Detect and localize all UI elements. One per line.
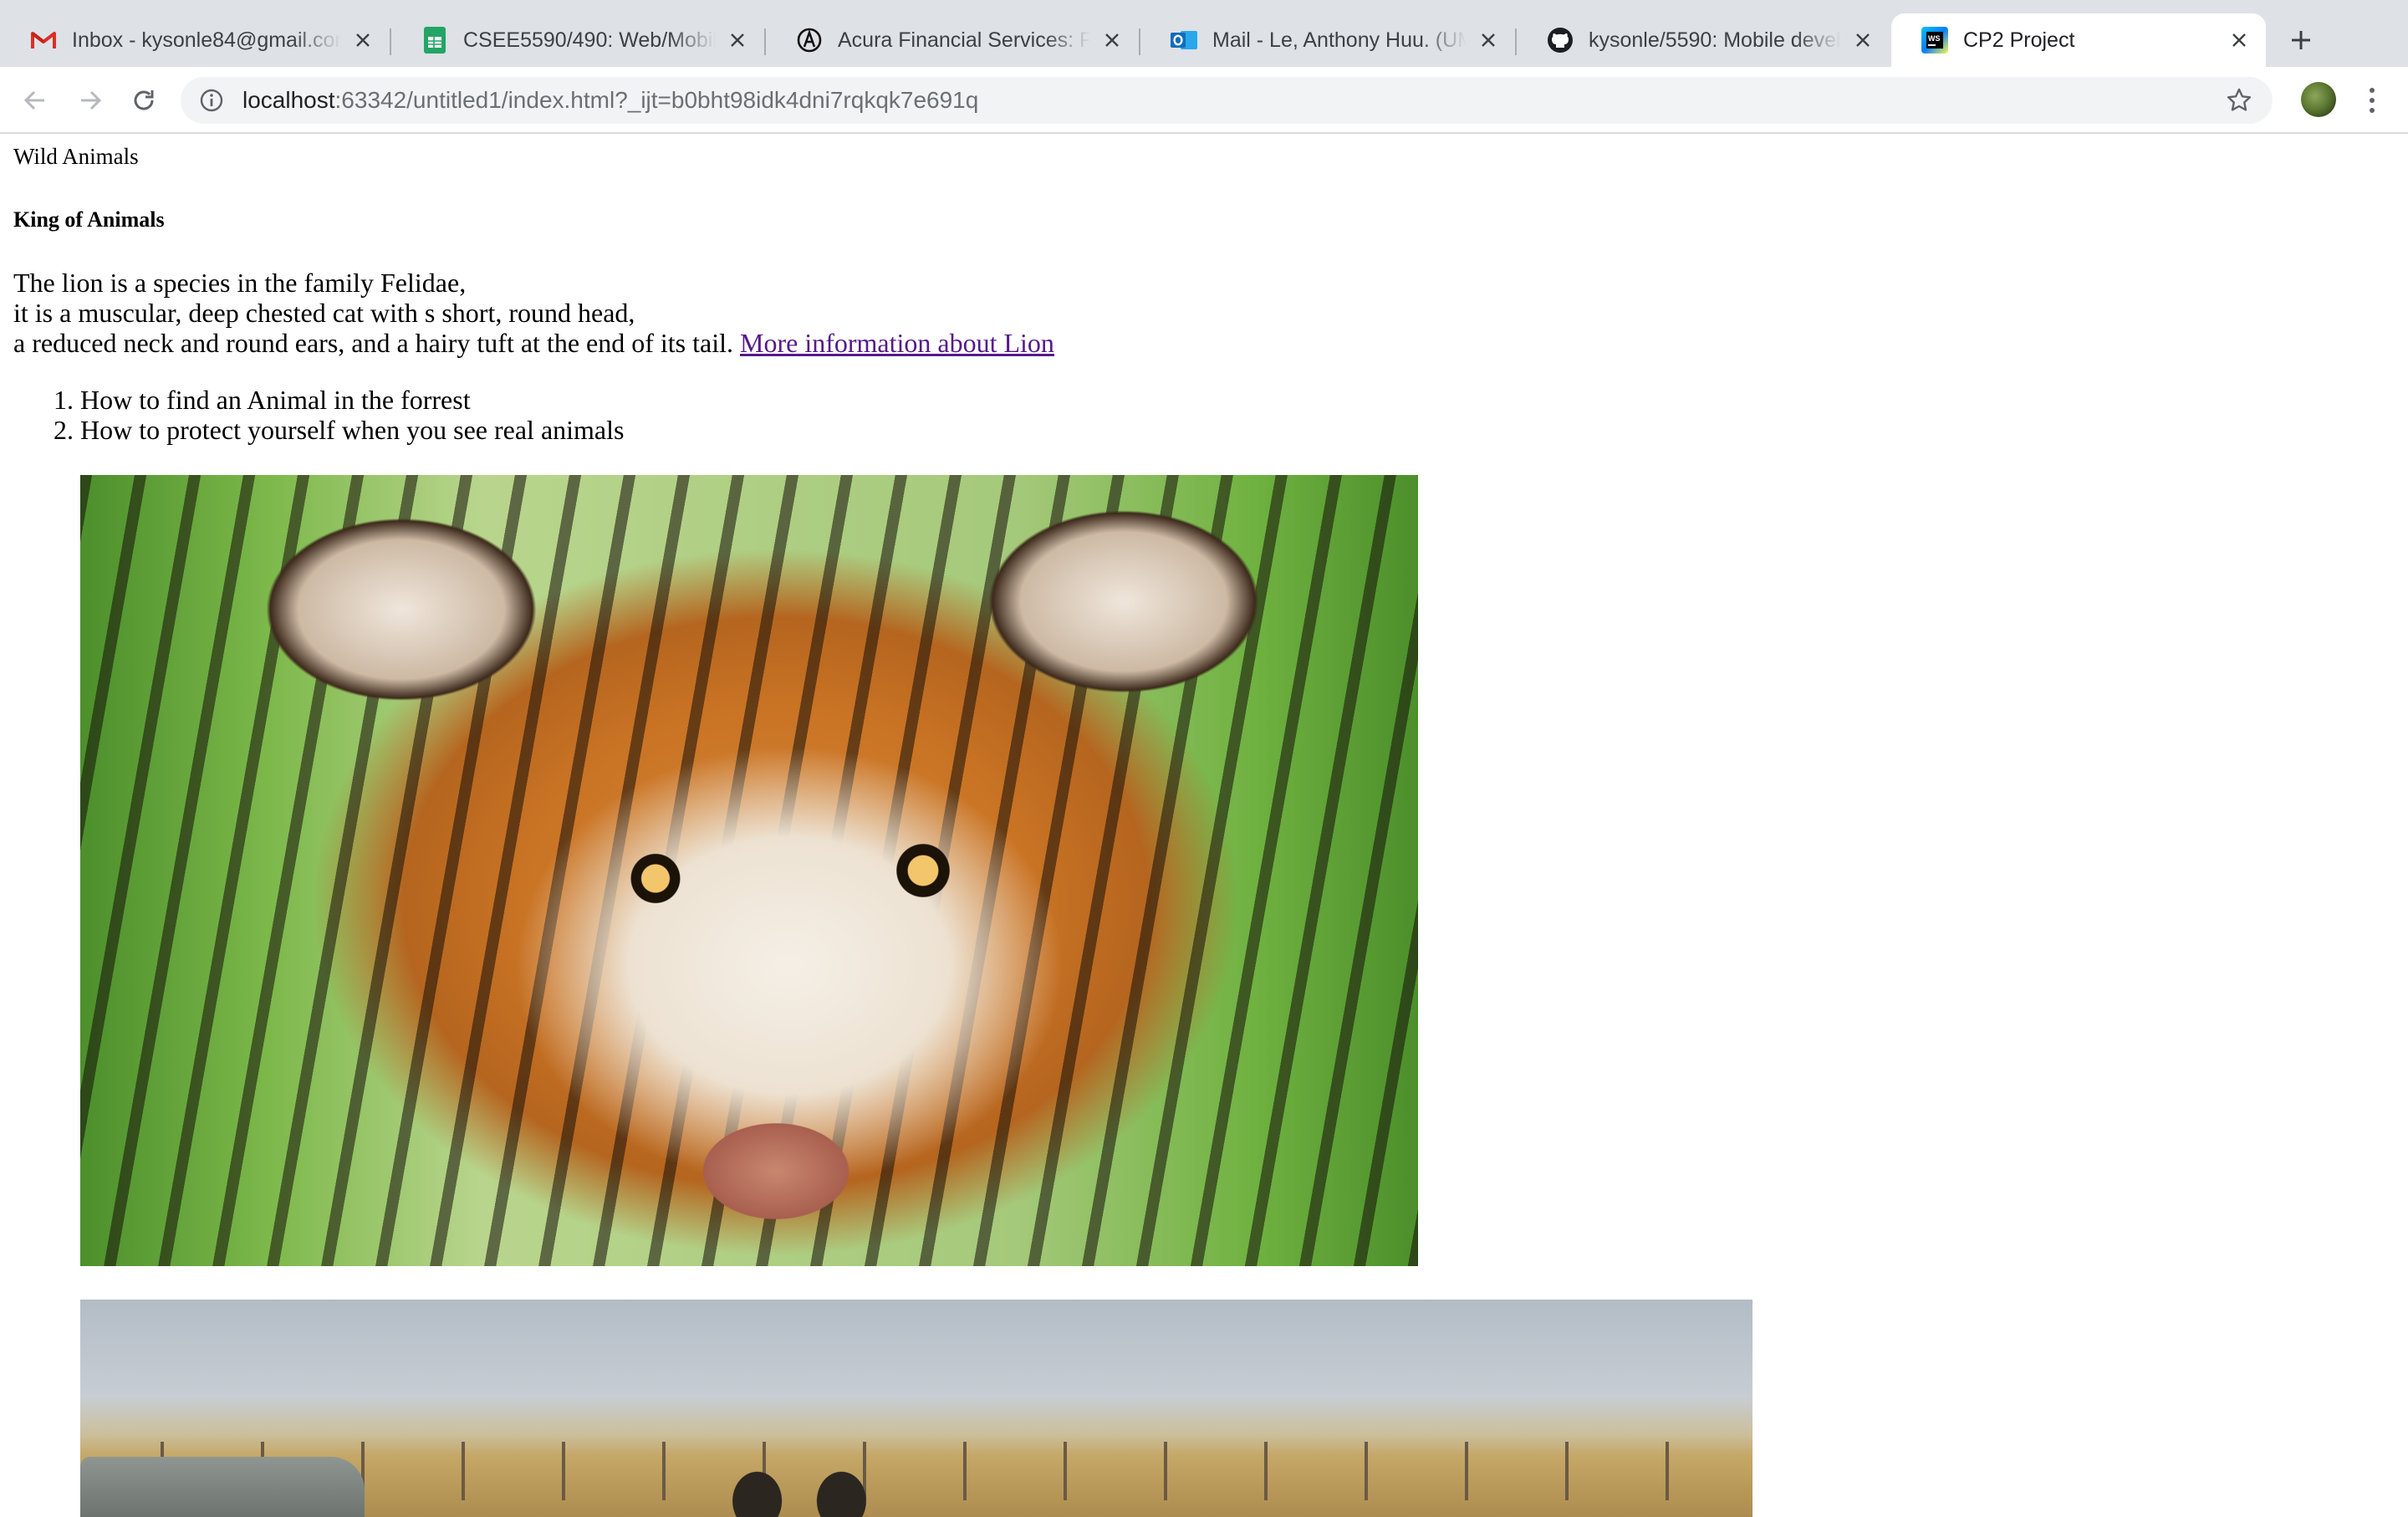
gmail-icon [30,27,57,54]
tab-title: Inbox - kysonle84@gmail.com [72,28,341,52]
close-icon[interactable] [2227,28,2251,52]
paragraph-line: it is a muscular, deep chested cat with … [13,298,635,328]
ordered-list: How to find an Animal in the forrest How… [47,385,624,445]
tab-title: kysonle/5590: Mobile develo [1589,28,1841,52]
arrow-right-icon [81,90,102,110]
reload-icon [134,90,154,110]
sheets-icon [421,27,448,54]
address-bar[interactable]: localhost:63342/untitled1/index.html?_ij… [181,77,2273,124]
lion-info-link[interactable]: More information about Lion [740,328,1054,358]
tab-csee5590[interactable]: CSEE5590/490: Web/Mobile [391,13,764,67]
animal-ears-shape [724,1463,875,1517]
tab-title: Mail - Le, Anthony Huu. (UM [1212,28,1467,52]
forward-button[interactable] [74,84,107,117]
close-icon[interactable] [351,28,375,52]
url-text: localhost:63342/untitled1/index.html?_ij… [242,87,978,114]
page-subheader: King of Animals [13,207,165,232]
tab-cp2-project[interactable]: WS CP2 Project [1891,13,2266,67]
profile-avatar[interactable] [2301,82,2336,117]
info-icon[interactable] [197,86,226,115]
back-button[interactable] [18,84,52,117]
acura-icon [796,27,823,54]
tiger-image [80,475,1418,1266]
paragraph-line: The lion is a species in the family Feli… [13,268,467,298]
webstorm-icon: WS [1921,27,1948,54]
browser-toolbar: localhost:63342/untitled1/index.html?_ij… [0,67,2408,134]
tab-title: Acura Financial Services: Fin [838,28,1090,52]
new-tab-button[interactable] [2284,23,2318,57]
url-host: localhost [242,87,335,113]
tab-gmail[interactable]: Inbox - kysonle84@gmail.com [0,13,390,67]
arrow-left-icon [23,90,44,110]
close-icon[interactable] [1477,28,1500,52]
close-icon[interactable] [1100,28,1124,52]
lion-paragraph: The lion is a species in the family Feli… [13,268,1054,358]
rock-shape [80,1457,365,1517]
paragraph-line: a reduced neck and round ears, and a hai… [13,328,733,358]
tab-strip: Inbox - kysonle84@gmail.com CSEE5590/490… [0,0,2408,67]
page-header: Wild Animals [13,144,139,169]
close-icon[interactable] [726,28,749,52]
bookmark-star-icon[interactable] [2224,85,2254,115]
tab-title: CSEE5590/490: Web/Mobile [463,28,716,52]
reload-button[interactable] [127,84,161,117]
list-item: How to protect yourself when you see rea… [80,415,624,445]
tab-title: CP2 Project [1963,28,2075,52]
url-path: :63342/untitled1/index.html?_ijt=b0bht98… [334,87,979,113]
github-icon [1547,27,1574,54]
more-menu-icon[interactable] [2360,84,2385,117]
list-item: How to find an Animal in the forrest [80,385,624,415]
tab-github[interactable]: kysonle/5590: Mobile develo [1517,13,1890,67]
page-content: Wild Animals King of Animals The lion is… [0,134,2408,1517]
wild-animal-image [80,1300,1752,1517]
tab-outlook[interactable]: Mail - Le, Anthony Huu. (UM [1140,13,1515,67]
close-icon[interactable] [1851,28,1875,52]
outlook-icon [1171,27,1197,54]
svg-text:WS: WS [1928,34,1941,43]
tab-acura[interactable]: Acura Financial Services: Fin [766,13,1139,67]
